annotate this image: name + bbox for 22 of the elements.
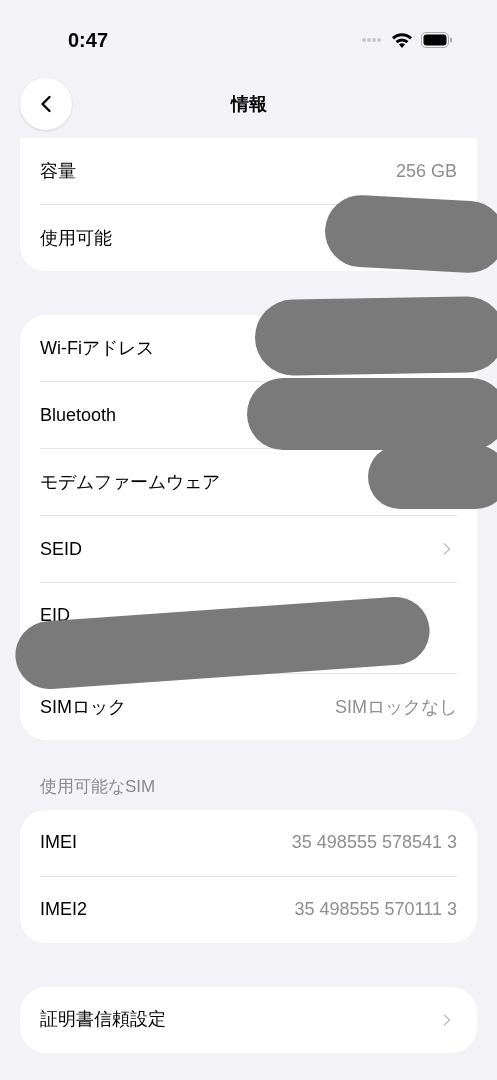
row-label: Bluetooth — [40, 403, 117, 427]
row-value: 35 498555 578541 3 — [291, 831, 457, 854]
row-label: IMEI — [40, 831, 77, 854]
signal-icon — [361, 37, 383, 43]
row-label: IMEI2 — [40, 898, 87, 921]
battery-icon — [421, 32, 453, 48]
row-value: SIMロックなし — [335, 695, 457, 719]
row-value: 256 GB — [395, 159, 457, 183]
row-value: 35 498555 570111 3 — [294, 898, 457, 921]
back-button[interactable] — [20, 78, 72, 130]
wifi-icon — [391, 32, 413, 48]
row-label: モデムファームウェア — [40, 470, 220, 494]
row-label: 証明書信頼設定 — [40, 1008, 166, 1031]
row-label: SEID — [40, 537, 82, 561]
row-label: Wi-Fiアドレス — [40, 336, 154, 360]
section-header: 使用可能なSIM — [39, 776, 157, 798]
row-label: 使用可能 — [40, 226, 112, 250]
status-time: 0:47 — [68, 28, 109, 53]
row-label: EID — [40, 603, 70, 627]
row-label: SIMロック — [40, 695, 126, 719]
row-label: 容量 — [40, 159, 76, 183]
nav-title: 情報 — [230, 92, 267, 116]
